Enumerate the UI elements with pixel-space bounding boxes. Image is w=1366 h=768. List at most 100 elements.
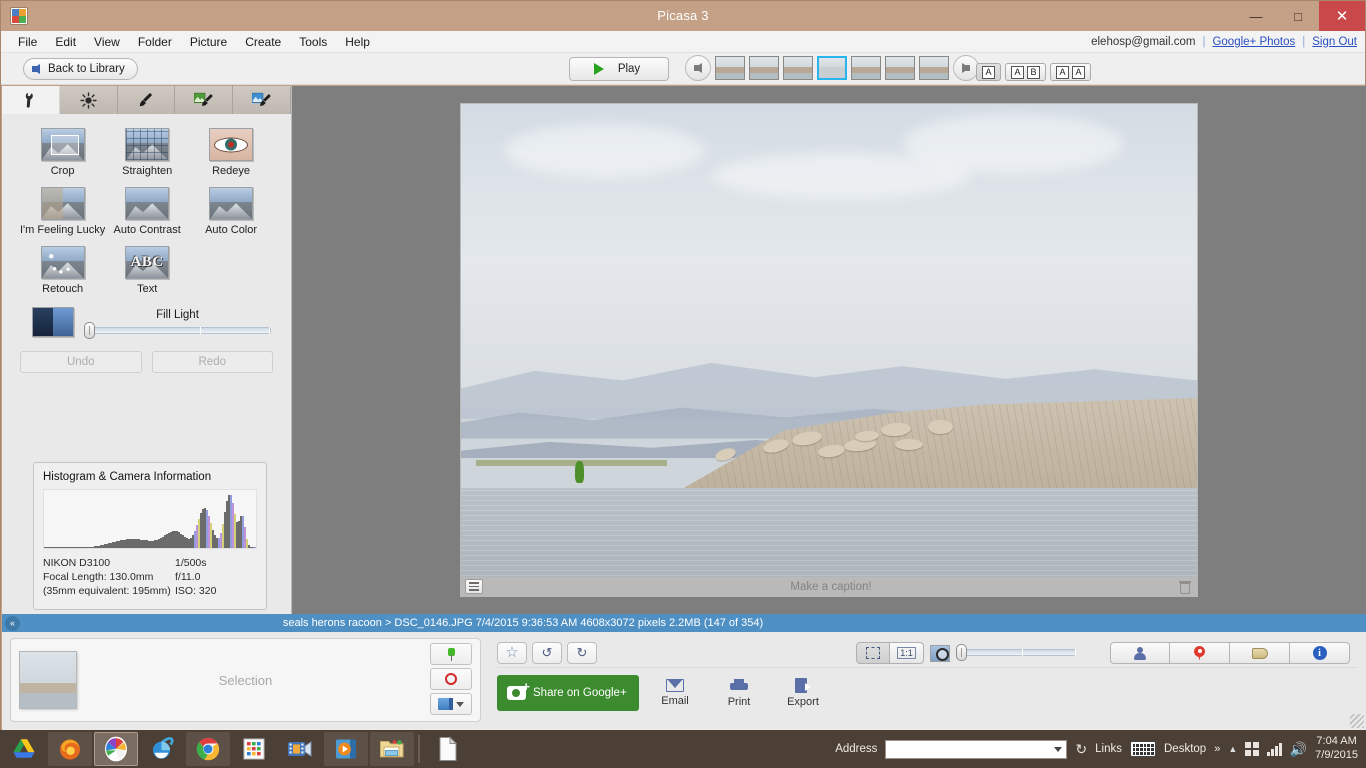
taskbar-separator xyxy=(418,735,420,763)
menu-create[interactable]: Create xyxy=(236,31,290,53)
taskbar-picasa[interactable] xyxy=(94,732,138,766)
back-to-library-button[interactable]: Back to Library xyxy=(23,58,138,80)
redo-button[interactable]: Redo xyxy=(151,351,273,373)
overflow-label[interactable]: » xyxy=(1214,743,1220,755)
view-mode-side-by-side[interactable]: A B xyxy=(1005,63,1046,81)
tab-effects[interactable] xyxy=(117,86,176,114)
collapse-panel-button[interactable]: « xyxy=(5,615,20,631)
menu-folder[interactable]: Folder xyxy=(129,31,181,53)
menu-tools[interactable]: Tools xyxy=(290,31,336,53)
fit-to-window-button[interactable] xyxy=(856,642,890,664)
info-button[interactable]: i xyxy=(1290,642,1350,664)
maximize-button[interactable]: □ xyxy=(1277,1,1319,31)
minimize-button[interactable]: — xyxy=(1235,1,1277,31)
share-on-google-plus-button[interactable]: Share on Google+ xyxy=(497,675,639,711)
windows-flag-icon[interactable] xyxy=(1245,742,1260,756)
people-button[interactable] xyxy=(1110,642,1170,664)
filmstrip-thumb[interactable] xyxy=(885,56,915,80)
filmstrip-thumb[interactable] xyxy=(749,56,779,80)
places-button[interactable] xyxy=(1170,642,1230,664)
close-button[interactable]: ✕ xyxy=(1319,1,1365,31)
taskbar-app-grid[interactable] xyxy=(232,732,276,766)
taskbar-firefox[interactable] xyxy=(48,732,92,766)
refresh-icon[interactable]: ↻ xyxy=(1075,741,1087,758)
tool-auto-contrast[interactable]: Auto Contrast xyxy=(105,187,189,236)
slider-knob[interactable] xyxy=(956,644,967,661)
zoom-photo-icon xyxy=(930,644,950,662)
menu-file[interactable]: File xyxy=(9,31,46,53)
tool-label: Straighten xyxy=(122,165,173,177)
view-mode-a1-label: A xyxy=(1056,65,1069,79)
star-button[interactable]: ☆ xyxy=(497,641,527,664)
view-mode-single-label: A xyxy=(982,65,995,79)
fill-light-slider[interactable] xyxy=(84,321,271,339)
slider-track xyxy=(956,649,1076,656)
slider-knob[interactable] xyxy=(84,321,95,339)
desktop-label[interactable]: Desktop xyxy=(1164,743,1206,755)
menu-picture[interactable]: Picture xyxy=(181,31,236,53)
taskbar-internet-explorer[interactable] xyxy=(140,732,184,766)
chevron-down-icon[interactable] xyxy=(1054,746,1063,752)
add-to-album-button[interactable] xyxy=(430,693,472,715)
filmstrip-thumb-selected[interactable] xyxy=(817,56,847,80)
tool-auto-color[interactable]: Auto Color xyxy=(189,187,273,236)
focal-length: Focal Length: 130.0mm xyxy=(43,571,154,584)
tab-basic-fixes[interactable] xyxy=(2,86,60,114)
taskbar-file-explorer[interactable] xyxy=(370,732,414,766)
print-button[interactable]: Print xyxy=(711,678,767,708)
email-button[interactable]: Email xyxy=(647,679,703,707)
network-signal-icon[interactable] xyxy=(1267,742,1282,756)
tool-straighten[interactable]: Straighten xyxy=(105,128,189,177)
keyboard-icon[interactable] xyxy=(1130,741,1156,757)
resize-grip[interactable] xyxy=(1350,714,1364,728)
address-input[interactable] xyxy=(885,739,1068,759)
previous-photo-button[interactable] xyxy=(685,55,711,81)
view-mode-b-label: B xyxy=(1027,65,1040,79)
tool-text[interactable]: ABC Text xyxy=(105,246,189,295)
sign-out-link[interactable]: Sign Out xyxy=(1312,31,1357,53)
share-label: Share on Google+ xyxy=(533,687,627,699)
filmstrip-thumb[interactable] xyxy=(919,56,949,80)
caption-lines-icon[interactable] xyxy=(465,579,483,594)
filmstrip-thumb[interactable] xyxy=(783,56,813,80)
tab-effects-green[interactable] xyxy=(175,86,234,114)
tool-redeye[interactable]: Redeye xyxy=(189,128,273,177)
tool-feeling-lucky[interactable]: I'm Feeling Lucky xyxy=(20,187,105,236)
undo-button[interactable]: Undo xyxy=(20,351,142,373)
title-bar: Picasa 3 — □ ✕ xyxy=(1,1,1365,31)
rotate-right-button[interactable]: ↻ xyxy=(567,641,597,664)
tool-crop[interactable]: Crop xyxy=(20,128,105,177)
trash-icon[interactable] xyxy=(1179,580,1191,594)
tray-expand-icon[interactable]: ▲ xyxy=(1228,744,1237,754)
clear-selection-button[interactable] xyxy=(430,668,472,690)
menu-view[interactable]: View xyxy=(85,31,129,53)
menu-edit[interactable]: Edit xyxy=(46,31,85,53)
actual-size-button[interactable]: 1:1 xyxy=(890,642,924,664)
menu-help[interactable]: Help xyxy=(336,31,379,53)
volume-icon[interactable]: 🔊 xyxy=(1290,741,1307,758)
view-mode-single[interactable]: A xyxy=(976,63,1001,81)
tab-effects-blue[interactable] xyxy=(233,86,291,114)
play-button[interactable]: Play xyxy=(569,57,669,81)
export-button[interactable]: Export xyxy=(775,678,831,708)
caption-placeholder[interactable]: Make a caption! xyxy=(483,581,1179,593)
tags-button[interactable] xyxy=(1230,642,1290,664)
rotate-left-button[interactable]: ↺ xyxy=(532,641,562,664)
taskbar-google-drive[interactable] xyxy=(2,732,46,766)
system-clock[interactable]: 7:04 AM 7/9/2015 xyxy=(1315,735,1358,763)
tab-tuning[interactable] xyxy=(59,86,118,114)
taskbar-document[interactable] xyxy=(426,732,470,766)
photo-image[interactable]: Make a caption! xyxy=(460,103,1198,597)
taskbar-media-player[interactable] xyxy=(324,732,368,766)
taskbar-movie-maker[interactable] xyxy=(278,732,322,766)
filmstrip-thumb[interactable] xyxy=(715,56,745,80)
taskbar-chrome[interactable] xyxy=(186,732,230,766)
filmstrip-thumb[interactable] xyxy=(851,56,881,80)
hold-selection-button[interactable] xyxy=(430,643,472,665)
google-photos-link[interactable]: Google+ Photos xyxy=(1212,31,1295,53)
fill-light-row: Fill Light xyxy=(2,295,291,339)
view-mode-duplicate[interactable]: A A xyxy=(1050,63,1091,81)
links-label[interactable]: Links xyxy=(1095,743,1122,755)
zoom-slider[interactable] xyxy=(956,644,1076,661)
tool-retouch[interactable]: Retouch xyxy=(20,246,105,295)
